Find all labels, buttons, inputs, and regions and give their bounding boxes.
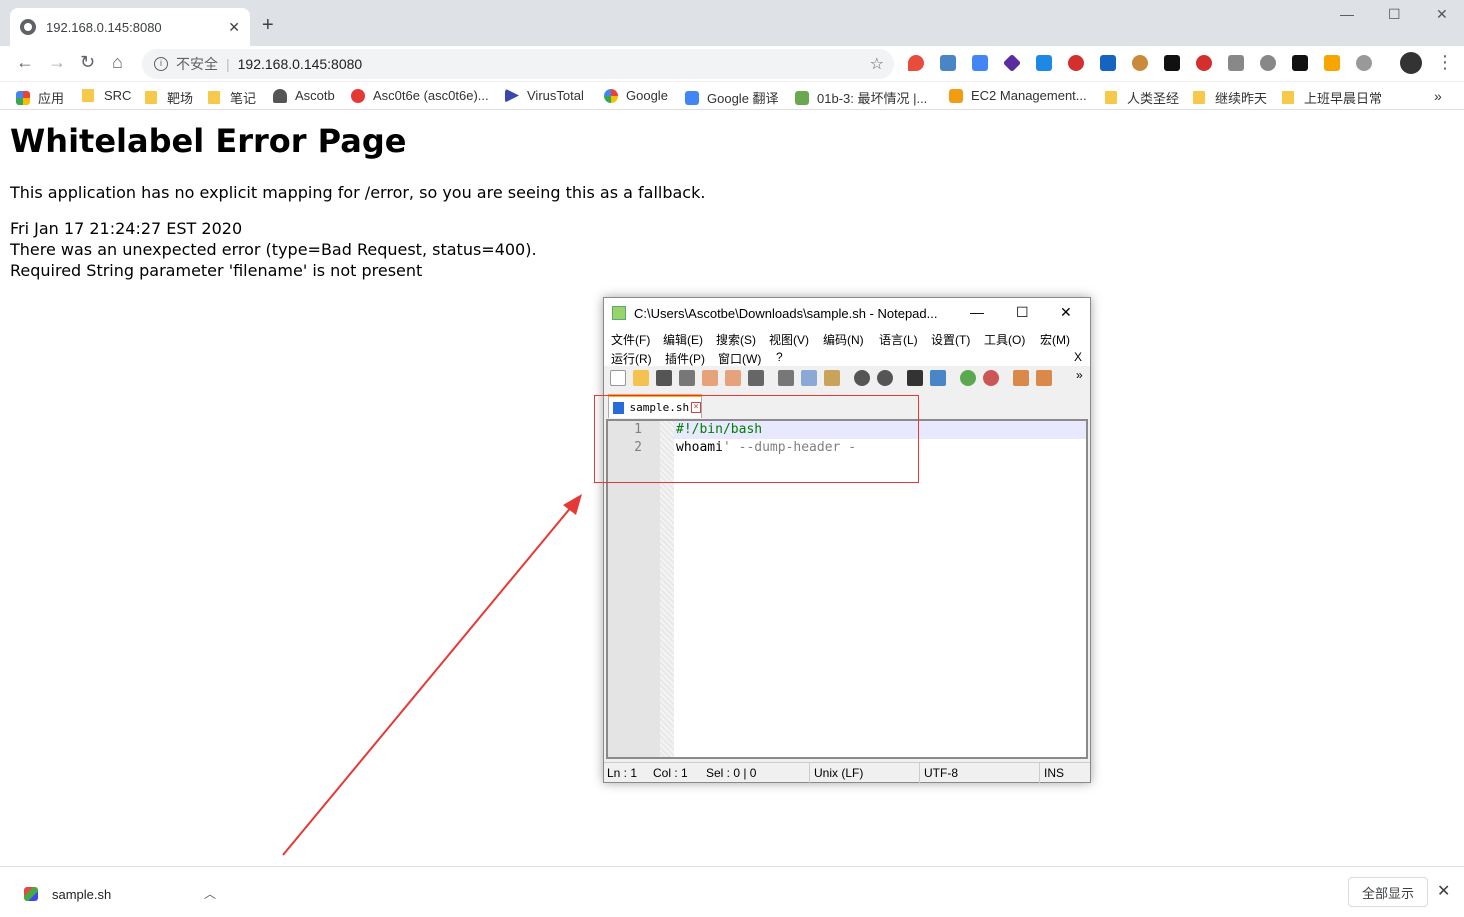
file-icon xyxy=(24,887,38,901)
arrow-head xyxy=(563,494,582,515)
download-filename: sample.sh xyxy=(52,886,112,902)
download-bar: sample.sh ︿ 全部显示 ✕ xyxy=(0,866,1464,917)
close-download-bar-icon[interactable]: ✕ xyxy=(1437,881,1450,901)
show-all-button[interactable]: 全部显示 xyxy=(1348,877,1428,907)
annotation-arrow xyxy=(282,494,582,856)
download-item[interactable]: sample.sh ︿ xyxy=(24,879,232,909)
chevron-up-icon[interactable]: ︿ xyxy=(204,885,216,902)
arrow-shaft xyxy=(282,505,573,856)
